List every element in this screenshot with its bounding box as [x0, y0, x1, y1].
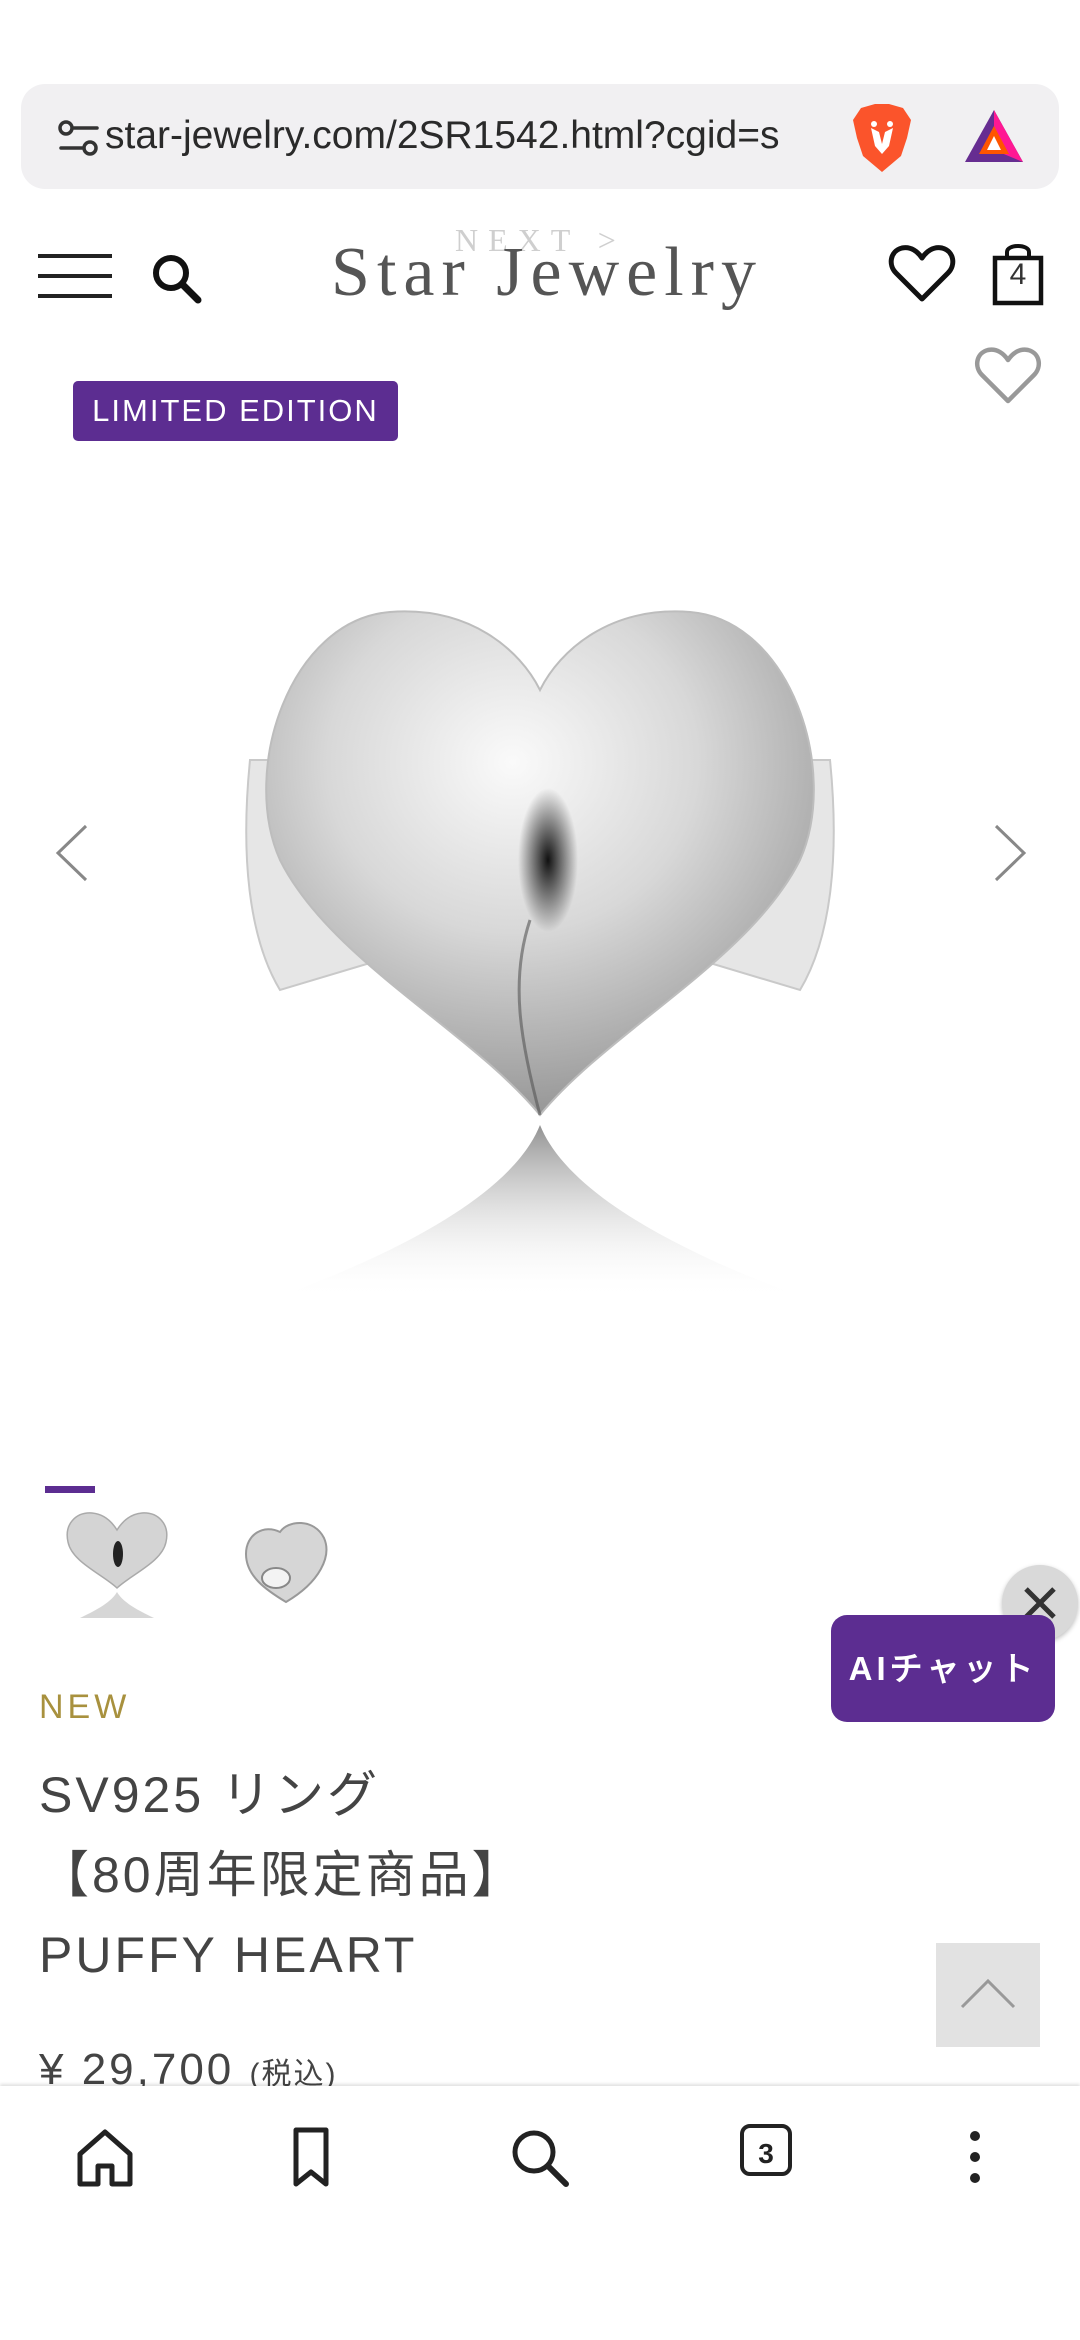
thumbnail-side[interactable] — [236, 1512, 336, 1612]
limited-edition-badge: LIMITED EDITION — [73, 381, 398, 441]
search-icon[interactable] — [504, 2122, 574, 2192]
url-text[interactable]: star-jewelry.com/2SR1542.html?cgid=s — [105, 106, 845, 166]
more-vert-icon[interactable] — [940, 2122, 1010, 2192]
thumbnail-badge — [45, 1486, 95, 1493]
product-title-line: SV925 リング — [39, 1767, 381, 1823]
product-main-image — [245, 610, 835, 1300]
search-icon[interactable] — [148, 250, 204, 306]
favorite-heart-icon[interactable] — [974, 345, 1042, 407]
home-icon[interactable] — [70, 2122, 140, 2192]
product-title: SV925 リング 【80周年限定商品】 PUFFY HEART — [39, 1755, 525, 1995]
ai-chat-button[interactable]: AIチャット — [831, 1615, 1055, 1722]
url-bar[interactable]: star-jewelry.com/2SR1542.html?cgid=s — [21, 84, 1059, 189]
new-label: NEW — [39, 1688, 131, 1726]
tune-icon[interactable] — [57, 116, 101, 160]
brave-rewards-icon[interactable] — [961, 106, 1027, 166]
bookmark-icon[interactable] — [276, 2122, 346, 2192]
thumbnail-front[interactable] — [62, 1508, 172, 1628]
browser-bottom-bar: 3 — [0, 2086, 1080, 2340]
prev-image-arrow[interactable] — [52, 822, 92, 884]
cart-count: 4 — [1009, 258, 1027, 291]
product-title-line: 【80周年限定商品】 — [39, 1847, 525, 1903]
scroll-to-top-button[interactable] — [936, 1943, 1040, 2047]
hamburger-menu-icon[interactable] — [36, 250, 114, 302]
product-title-line: PUFFY HEART — [39, 1927, 418, 1983]
site-logo[interactable]: Star Jewelry — [262, 228, 832, 318]
chevron-up-icon — [960, 1978, 1016, 2009]
next-image-arrow[interactable] — [990, 822, 1030, 884]
tabs-button[interactable]: 3 — [740, 2124, 792, 2176]
heart-icon[interactable] — [888, 243, 956, 305]
brave-lion-icon[interactable] — [849, 102, 915, 174]
